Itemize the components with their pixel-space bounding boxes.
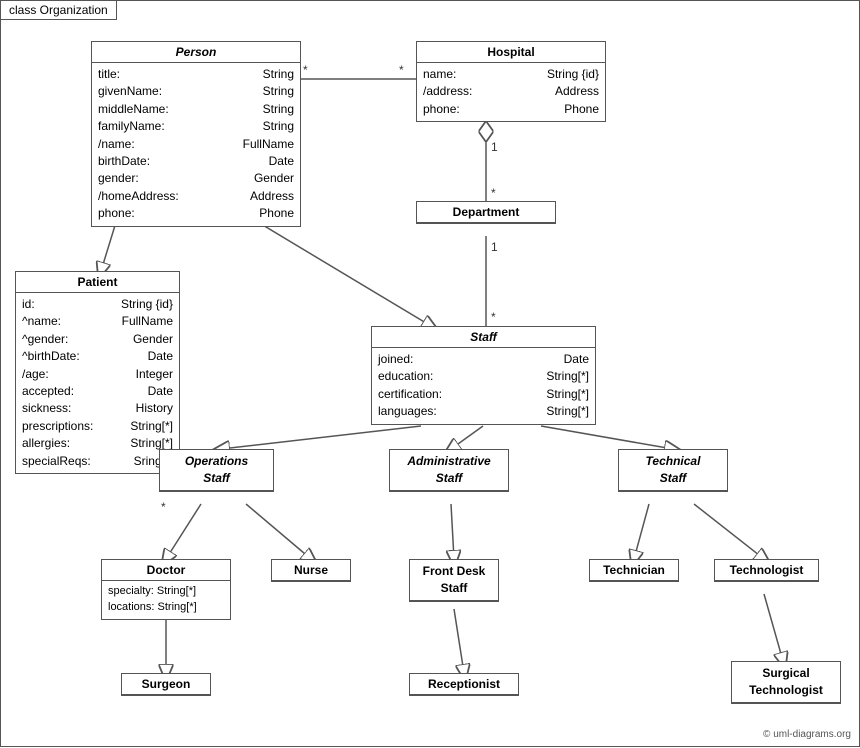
staff-title: Staff [372, 327, 595, 348]
svg-text:1: 1 [491, 240, 498, 254]
svg-text:*: * [161, 500, 166, 514]
receptionist-title: Receptionist [410, 674, 518, 695]
svg-text:1: 1 [491, 140, 498, 154]
hospital-title: Hospital [417, 42, 605, 63]
staff-attrs: joined:Date education:String[*] certific… [372, 348, 595, 424]
department-box: Department [416, 201, 556, 224]
receptionist-box: Receptionist [409, 673, 519, 696]
person-title: Person [92, 42, 300, 63]
technician-box: Technician [589, 559, 679, 582]
ops-staff-title: OperationsStaff [160, 450, 273, 491]
person-attrs: title:String givenName:String middleName… [92, 63, 300, 226]
technologist-title: Technologist [715, 560, 818, 581]
svg-text:*: * [303, 63, 308, 77]
copyright: © uml-diagrams.org [763, 729, 851, 740]
front-desk-title: Front DeskStaff [410, 560, 498, 601]
surgeon-title: Surgeon [122, 674, 210, 695]
person-box: Person title:String givenName:String mid… [91, 41, 301, 227]
tech-staff-title: TechnicalStaff [619, 450, 727, 491]
department-title: Department [417, 202, 555, 223]
svg-text:*: * [491, 186, 496, 200]
surgeon-box: Surgeon [121, 673, 211, 696]
hospital-box: Hospital name:String {id} /address:Addre… [416, 41, 606, 122]
doctor-attrs: specialty: String[*] locations: String[*… [102, 581, 230, 619]
technologist-box: Technologist [714, 559, 819, 582]
admin-staff-title: AdministrativeStaff [390, 450, 508, 491]
svg-text:*: * [399, 63, 404, 77]
svg-text:*: * [491, 310, 496, 324]
hospital-attrs: name:String {id} /address:Address phone:… [417, 63, 605, 121]
patient-title: Patient [16, 272, 179, 293]
nurse-title: Nurse [272, 560, 350, 581]
staff-box: Staff joined:Date education:String[*] ce… [371, 326, 596, 425]
tech-staff-box: TechnicalStaff [618, 449, 728, 492]
surgical-tech-box: SurgicalTechnologist [731, 661, 841, 704]
patient-box: Patient id:String {id} ^name:FullName ^g… [15, 271, 180, 474]
ops-staff-box: OperationsStaff [159, 449, 274, 492]
doctor-box: Doctor specialty: String[*] locations: S… [101, 559, 231, 620]
doctor-title: Doctor [102, 560, 230, 581]
nurse-box: Nurse [271, 559, 351, 582]
technician-title: Technician [590, 560, 678, 581]
diagram-label: class Organization [1, 1, 117, 20]
patient-attrs: id:String {id} ^name:FullName ^gender:Ge… [16, 293, 179, 473]
surgical-tech-title: SurgicalTechnologist [732, 662, 840, 703]
admin-staff-box: AdministrativeStaff [389, 449, 509, 492]
diagram-container: class Organization * * 1 * 1 * [0, 0, 860, 747]
front-desk-box: Front DeskStaff [409, 559, 499, 602]
